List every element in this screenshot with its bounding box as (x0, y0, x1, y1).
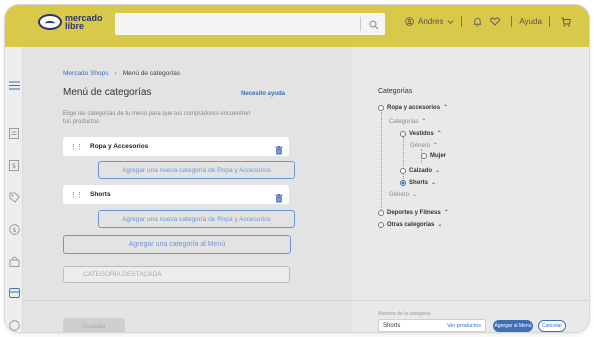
storefront-icon[interactable] (8, 287, 20, 299)
radio-icon (378, 104, 384, 111)
dollar-box-icon[interactable]: $ (8, 159, 20, 171)
mercadolibre-logo[interactable]: mercado libre (38, 14, 103, 31)
coin-icon[interactable]: $ (8, 223, 20, 235)
cart-icon[interactable] (561, 17, 571, 27)
breadcrumb-current: Menú de categorías (122, 70, 181, 77)
tree-item-label: Calzado (409, 167, 433, 174)
svg-text:$: $ (12, 226, 16, 234)
chevron-down-icon (447, 20, 454, 24)
category-name-label: Nombre de la categoría (378, 311, 431, 317)
radio-selected-icon (400, 179, 406, 186)
category-row[interactable]: ⋮⋮ Ropa y Accesorios (63, 137, 289, 156)
chevron-down-icon: ⌄ (435, 168, 441, 174)
drag-handle-icon[interactable]: ⋮⋮ (70, 143, 83, 151)
logo-text: mercado libre (65, 14, 103, 31)
tree-item-ropa[interactable]: Ropa y accesorios ⌃ (378, 104, 448, 111)
heart-icon[interactable] (490, 17, 501, 26)
page-title: Menú de categorías (63, 87, 152, 98)
header-divider (461, 16, 463, 27)
shopping-bag-icon[interactable] (8, 255, 20, 267)
logo-text-line2: libre (65, 21, 85, 31)
need-help-link[interactable]: Necesito ayuda (241, 91, 285, 97)
header-actions: Andres Ayuda (405, 16, 575, 27)
add-to-menu-button[interactable]: Agregar al Menú (493, 320, 533, 332)
chevron-up-icon: ⌃ (443, 210, 449, 216)
radio-icon (378, 209, 384, 216)
tree-item-label: Vestidos (409, 130, 434, 137)
page-description: Elige las categorías de tu menú para que… (63, 111, 251, 125)
tree-item-label: Categorías (389, 118, 419, 125)
tree-item-label: Mujer (430, 153, 447, 159)
bell-icon[interactable] (473, 17, 482, 27)
header-divider-2 (511, 16, 513, 27)
category-name: Ropa y Accesorios (90, 143, 149, 150)
tree-item-genero-2: Género ⌄ (389, 191, 418, 199)
radio-icon (400, 130, 406, 137)
tree-item-calzado[interactable]: Calzado ⌄ (400, 167, 440, 174)
tree-item-label: Ropa y accesorios (387, 104, 441, 111)
chevron-up-icon: ⌃ (443, 105, 449, 111)
chevron-down-icon: ⌄ (437, 222, 443, 228)
tree-item-mujer[interactable]: Mujer (421, 153, 446, 159)
tree-item-categorias: Categorías ⌃ (389, 118, 427, 126)
tree-item-label: Deportes y Fitness (387, 209, 441, 216)
svg-text:$: $ (12, 162, 16, 170)
list-icon[interactable] (8, 127, 20, 139)
tree-item-otras[interactable]: Otras categorías ⌄ (378, 221, 442, 228)
tree-item-label: Género (389, 191, 410, 198)
add-subcategory-button[interactable]: Agregar una nueva categoría de Ropa y Ac… (98, 210, 295, 228)
radio-icon (378, 221, 384, 228)
menu-preview-panel: Categorías Ropa y accesorios ⌃ Categoría… (350, 47, 589, 332)
main-panel: Mercado Shops › Menú de categorías Menú … (23, 47, 350, 332)
breadcrumb-chevron-icon: › (114, 70, 117, 77)
featured-category-field[interactable]: CATEGORÍA DESTACADA (63, 266, 290, 283)
tree-item-genero: Género ⌃ (410, 142, 439, 150)
header-divider-3 (548, 16, 550, 27)
chevron-up-icon: ⌃ (436, 131, 442, 137)
tree-item-deportes[interactable]: Deportes y Fitness ⌃ (378, 209, 449, 216)
breadcrumb-root[interactable]: Mercado Shops (63, 70, 109, 77)
user-avatar-icon (405, 17, 414, 26)
preview-title: Categorías (378, 88, 413, 95)
tree-item-vestidos[interactable]: Vestidos ⌃ (400, 130, 442, 137)
search-divider (360, 17, 361, 31)
search-icon[interactable] (369, 17, 379, 35)
top-header: mercado libre Andres Ayuda (5, 5, 589, 47)
app-window: mercado libre Andres Ayuda $ $ Mercado S… (5, 5, 589, 332)
chevron-up-icon: ⌃ (421, 119, 427, 125)
add-subcategory-button[interactable]: Agregar una nueva categoría de Ropa y Ac… (98, 161, 295, 179)
user-menu[interactable]: Andres (405, 17, 454, 26)
chevron-up-icon: ⌃ (433, 143, 439, 149)
category-name: Shorts (90, 191, 111, 198)
tree-item-label: Otras categorías (387, 221, 435, 228)
trash-icon[interactable] (275, 190, 283, 208)
tree-item-label: Shorts (409, 179, 429, 186)
view-products-link[interactable]: Ver productos (447, 323, 481, 329)
radio-icon (421, 153, 427, 159)
user-name: Andres (418, 17, 444, 26)
add-category-to-menu-button[interactable]: Agregar una categoría al Menú (63, 235, 291, 254)
search-input[interactable] (115, 13, 385, 35)
help-link[interactable]: Ayuda (519, 17, 542, 26)
help-circle-icon[interactable] (8, 319, 20, 331)
menu-icon[interactable] (8, 79, 20, 91)
radio-icon (400, 167, 406, 174)
chevron-down-icon: ⌄ (412, 192, 418, 198)
handshake-logo-icon (38, 14, 62, 30)
trash-icon[interactable] (275, 142, 283, 160)
category-name-input[interactable]: Shorts Ver productos (378, 319, 486, 332)
tag-icon[interactable] (8, 191, 20, 203)
category-row[interactable]: ⋮⋮ Shorts (63, 185, 289, 204)
chevron-down-icon: ⌄ (431, 180, 437, 186)
tree-connector (381, 112, 382, 212)
tree-item-label: Género (410, 142, 431, 149)
drag-handle-icon[interactable]: ⋮⋮ (70, 191, 83, 199)
save-button[interactable]: Guardar (63, 318, 125, 332)
cancel-button[interactable]: Cancelar (538, 320, 566, 332)
tree-connector (403, 137, 404, 185)
category-name-value: Shorts (383, 322, 401, 329)
left-sidebar: $ $ (5, 47, 23, 332)
breadcrumb: Mercado Shops › Menú de categorías (63, 70, 180, 77)
tree-item-shorts[interactable]: Shorts ⌄ (400, 179, 436, 186)
